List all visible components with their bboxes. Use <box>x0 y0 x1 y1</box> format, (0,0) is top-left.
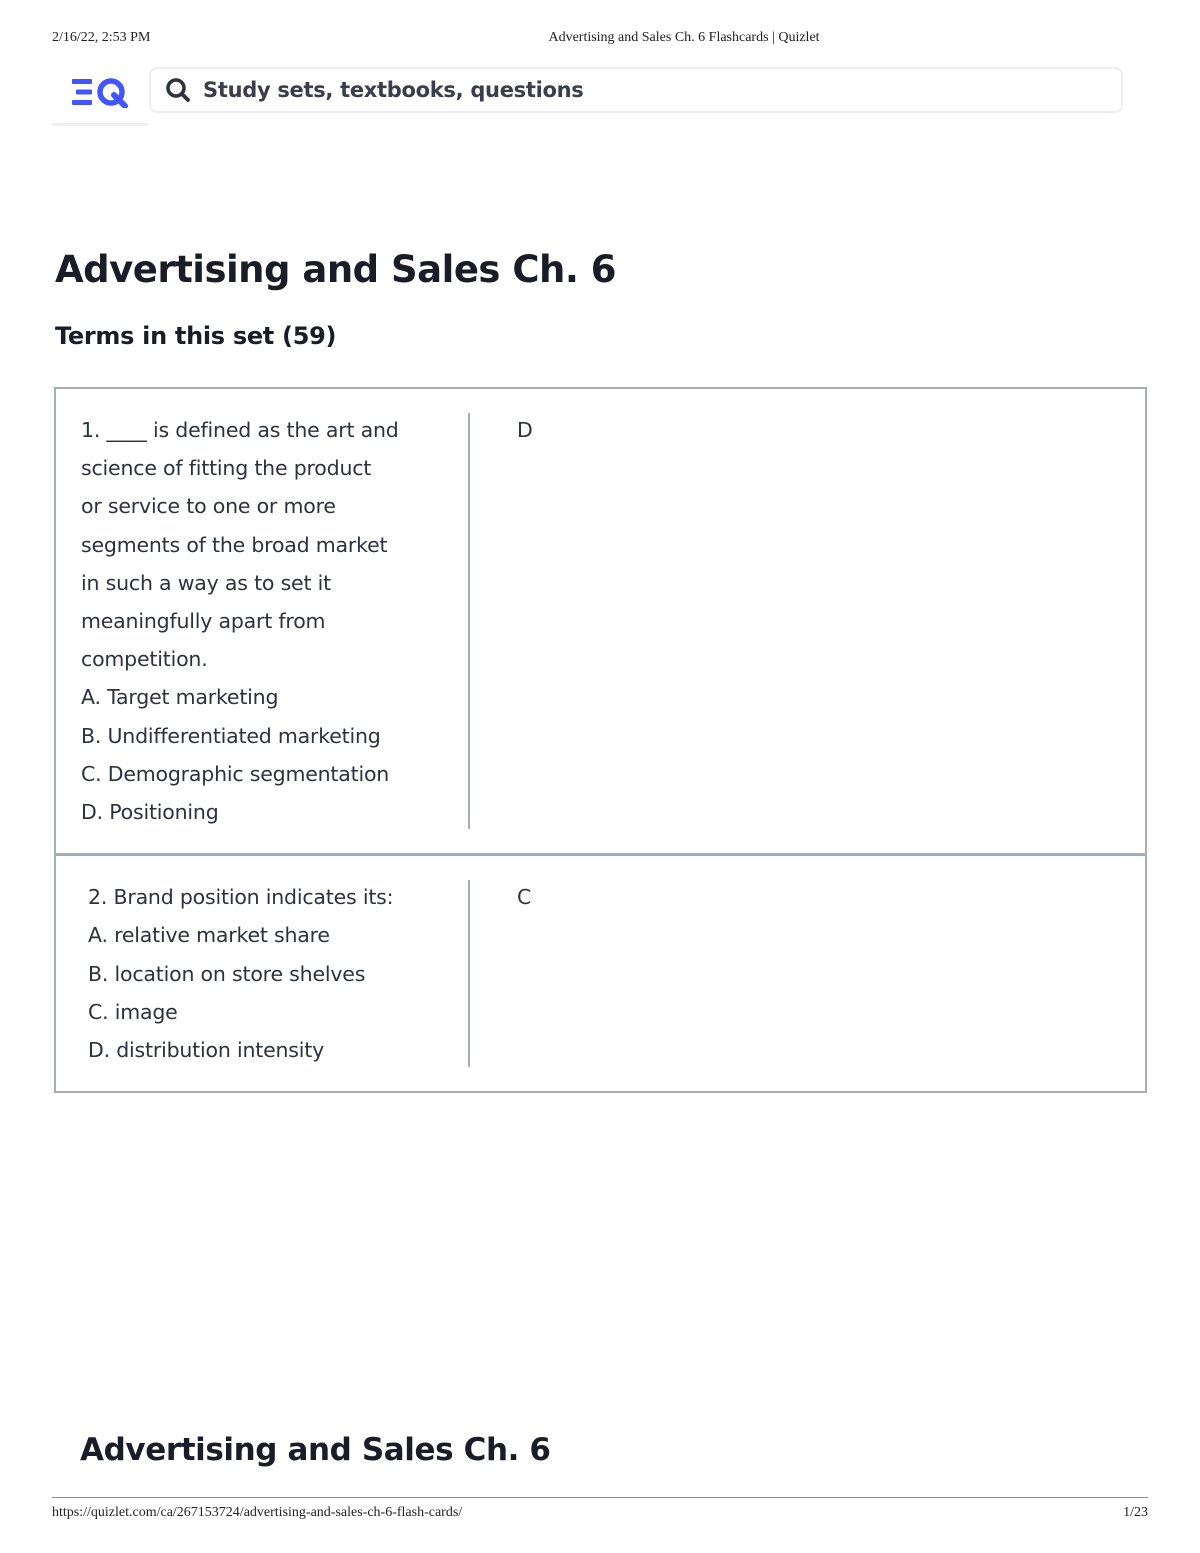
term-line: competition. <box>81 647 208 672</box>
term-option: D. Positioning <box>81 800 219 825</box>
definition-text: C <box>517 885 532 910</box>
set-title: Advertising and Sales Ch. 6 <box>55 248 617 291</box>
term-line: 1. ____ is defined as the art and <box>81 418 399 442</box>
search-input[interactable]: Study sets, textbooks, questions <box>149 67 1123 113</box>
term-option: B. Undifferentiated marketing <box>81 723 381 748</box>
quizlet-logo-icon[interactable] <box>70 76 130 108</box>
term-option: A. relative market share <box>88 923 330 948</box>
printed-page: 2/16/22, 2:53 PM Advertising and Sales C… <box>0 0 1200 1553</box>
search-placeholder: Study sets, textbooks, questions <box>203 78 584 102</box>
definition-text: D <box>517 418 533 442</box>
term-line: in such a way as to set it <box>81 570 331 595</box>
term-line: or service to one or more <box>81 494 336 519</box>
term-option: A. Target marketing <box>81 685 279 710</box>
print-doc-title: Advertising and Sales Ch. 6 Flashcards |… <box>548 30 820 45</box>
search-icon <box>165 77 191 103</box>
footer-url: https://quizlet.com/ca/267153724/adverti… <box>52 1505 463 1520</box>
footer-page-number: 1/23 <box>1123 1505 1148 1520</box>
term-card: 1. ____ is defined as the art and scienc… <box>56 389 1145 853</box>
term-line: 2. Brand position indicates its: <box>88 885 394 910</box>
term-option: B. location on store shelves <box>88 961 366 986</box>
card-divider <box>468 413 470 830</box>
term-line: meaningfully apart from <box>81 609 326 634</box>
term-line: segments of the broad market <box>81 532 388 557</box>
terms-heading: Terms in this set (59) <box>55 322 337 350</box>
term-option: D. distribution intensity <box>88 1038 325 1063</box>
terms-list: 1. ____ is defined as the art and scienc… <box>54 387 1147 1094</box>
card-divider <box>468 880 470 1068</box>
term-line: science of fitting the product <box>81 456 372 481</box>
logo-underline <box>52 123 148 126</box>
term-text: 1. ____ is defined as the art and scienc… <box>56 389 469 853</box>
footer-set-title: Advertising and Sales Ch. 6 <box>80 1432 551 1468</box>
term-option: C. Demographic segmentation <box>81 761 390 786</box>
term-text: 2. Brand position indicates its: A. rela… <box>56 856 469 1091</box>
footer-divider <box>52 1497 1148 1498</box>
term-option: C. image <box>88 999 178 1024</box>
term-card: 2. Brand position indicates its: A. rela… <box>56 853 1145 1091</box>
